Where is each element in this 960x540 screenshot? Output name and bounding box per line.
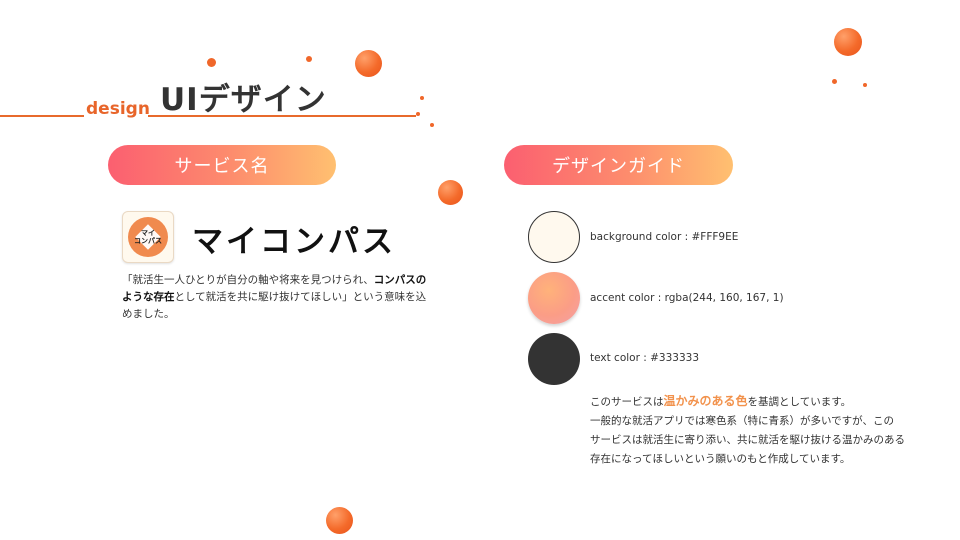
design-guide-note: このサービスは温かみのある色を基調としています。 一般的な就活アプリでは寒色系（… bbox=[590, 392, 920, 469]
header-underline bbox=[0, 115, 84, 117]
brand-wordmark: マイコンパス bbox=[192, 224, 396, 260]
note-line1: このサービスは温かみのある色を基調としています。 bbox=[590, 392, 920, 412]
decor-dot bbox=[430, 123, 434, 127]
page-title: UIデザイン bbox=[160, 82, 327, 118]
decor-dot bbox=[438, 180, 463, 205]
note-line4: 存在になってほしいという願いのもと作成しています。 bbox=[590, 453, 851, 465]
decor-dot bbox=[416, 112, 420, 116]
app-logo: マイ コンパス bbox=[122, 211, 174, 263]
decor-dot bbox=[326, 507, 353, 534]
header-sub-label: design bbox=[86, 99, 150, 119]
decor-dot bbox=[420, 96, 424, 100]
description-part1: 「就活生一人ひとりが自分の軸や将来を見つけられ、 bbox=[122, 274, 374, 286]
text-color-label: text color : #333333 bbox=[590, 352, 700, 364]
decor-dot bbox=[832, 79, 837, 84]
note-highlight: 温かみのある色 bbox=[663, 394, 748, 408]
decor-dot bbox=[834, 28, 862, 56]
decor-dot bbox=[306, 56, 312, 62]
accent-color-label: accent color : rgba(244, 160, 167, 1) bbox=[590, 292, 784, 304]
note-pre: このサービスは bbox=[590, 396, 664, 408]
logo-text: マイ コンパス bbox=[134, 229, 162, 245]
background-color-swatch bbox=[528, 211, 580, 263]
text-color-swatch bbox=[528, 333, 580, 385]
service-name-heading: サービス名 bbox=[108, 145, 336, 185]
accent-color-swatch bbox=[528, 272, 580, 324]
service-description: 「就活生一人ひとりが自分の軸や将来を見つけられ、コンパスのような存在として就活を… bbox=[122, 272, 432, 323]
logo-text-line1: マイ bbox=[141, 229, 155, 237]
note-line2: 一般的な就活アプリでは寒色系（特に青系）が多いですが、この bbox=[590, 415, 894, 427]
decor-dot bbox=[863, 83, 867, 87]
decor-dot bbox=[207, 58, 216, 67]
note-line3: サービスは就活生に寄り添い、共に就活を駆け抜ける温かみのある bbox=[590, 434, 905, 446]
background-color-label: background color : #FFF9EE bbox=[590, 231, 739, 243]
design-guide-heading: デザインガイド bbox=[504, 145, 733, 185]
note-post: を基調としています。 bbox=[747, 396, 852, 408]
decor-dot bbox=[355, 50, 382, 77]
compass-icon: マイ コンパス bbox=[128, 217, 168, 257]
logo-text-line2: コンパス bbox=[134, 237, 162, 245]
